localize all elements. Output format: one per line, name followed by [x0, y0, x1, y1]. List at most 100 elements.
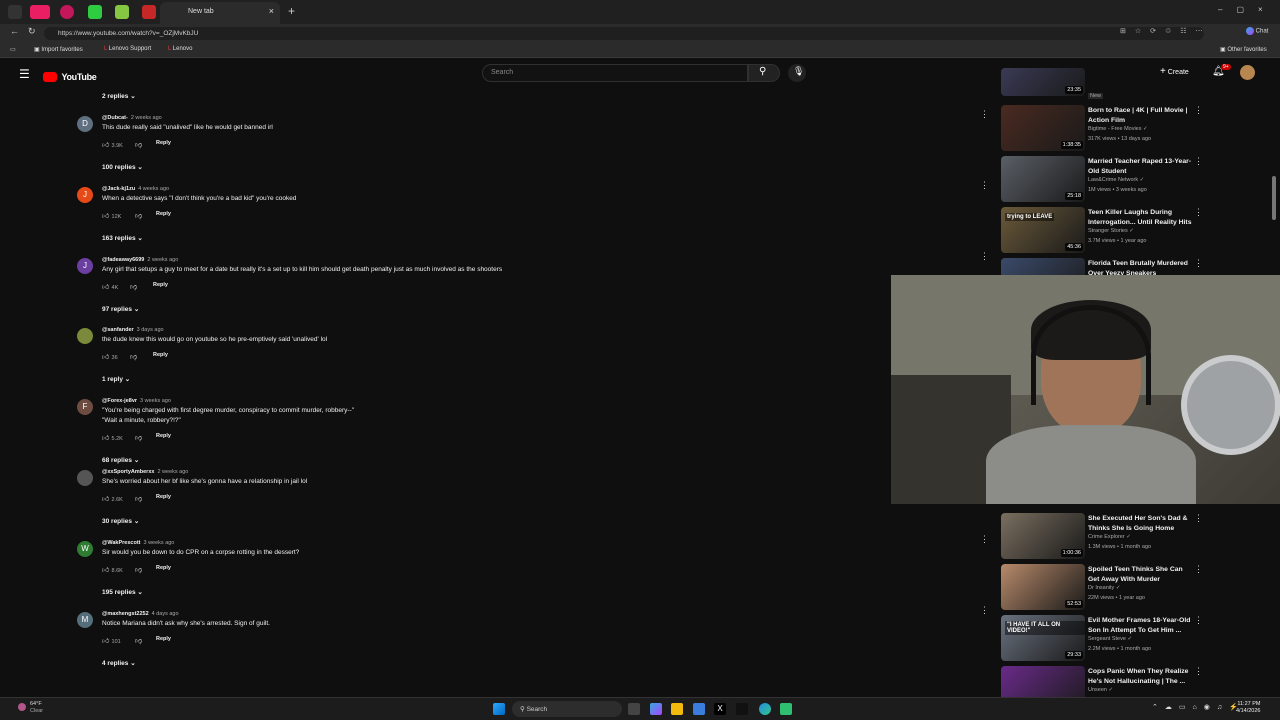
video-channel[interactable]: Stranger Stories ✓: [1088, 228, 1134, 234]
comment-author[interactable]: @xxSportyAmberxx 2 weeks ago: [102, 469, 188, 475]
like-button[interactable]: 👍︎ 12K: [102, 211, 121, 220]
video-thumbnail[interactable]: trying to LEAVE 45:36: [1001, 207, 1085, 253]
comment-author[interactable]: @sanfander 3 days ago: [102, 327, 164, 333]
youtube-tab-icon[interactable]: [30, 5, 50, 19]
kick-tab-icon[interactable]: [88, 5, 102, 19]
video-thumbnail[interactable]: "I HAVE IT ALL ON VIDEO!" 29:33: [1001, 615, 1085, 661]
back-icon[interactable]: ←: [10, 26, 19, 36]
like-button[interactable]: 👍︎ 5.2K: [102, 433, 123, 442]
system-tray[interactable]: ⌃☁▭⌂◉♫⚡: [1152, 703, 1245, 711]
like-button[interactable]: 👍︎ 3.9K: [102, 140, 123, 149]
search-button[interactable]: ⚲: [748, 64, 780, 82]
replies-toggle[interactable]: 97 replies ⌄: [102, 305, 139, 313]
app-icon[interactable]: [780, 703, 792, 715]
reply-button[interactable]: Reply: [156, 211, 171, 217]
gmail-tab-icon[interactable]: [142, 5, 156, 19]
dislike-button[interactable]: 👎︎: [135, 636, 143, 645]
comment-author[interactable]: @maxhengst2252 4 days ago: [102, 611, 179, 617]
menu-icon[interactable]: ☰: [19, 67, 30, 81]
video-thumbnail[interactable]: 25:18: [1001, 156, 1085, 202]
dislike-button[interactable]: 👎︎: [135, 494, 143, 503]
comment-menu-icon[interactable]: ⋮: [980, 251, 989, 262]
replies-toggle[interactable]: 163 replies ⌄: [102, 234, 143, 242]
replies-toggle[interactable]: 195 replies ⌄: [102, 588, 143, 596]
favorite-lenovo-support[interactable]: L Lenovo Support: [104, 46, 151, 52]
video-channel[interactable]: Dr Insanity ✓: [1088, 585, 1120, 591]
replies-toggle[interactable]: 100 replies ⌄: [102, 163, 143, 171]
new-tab-plus-icon[interactable]: +: [288, 4, 295, 18]
copilot-button[interactable]: Chat: [1246, 27, 1268, 35]
video-channel[interactable]: Crime Explorer ✓: [1088, 534, 1131, 540]
extensions-icons[interactable]: ⊞☆⟳♲☷⋯: [1120, 27, 1212, 35]
video-title[interactable]: Born to Race | 4K | Full Movie | Action …: [1088, 106, 1192, 125]
like-button[interactable]: 👍︎ 2.6K: [102, 494, 123, 503]
video-menu-icon[interactable]: ⋮: [1194, 207, 1203, 218]
comment-author[interactable]: @WakPrescott 3 weeks ago: [102, 540, 174, 546]
like-button[interactable]: 👍︎ 36: [102, 352, 118, 361]
video-title[interactable]: Evil Mother Frames 18-Year-Old Son In At…: [1088, 616, 1192, 635]
video-thumbnail[interactable]: 52:53: [1001, 564, 1085, 610]
comment-menu-icon[interactable]: ⋮: [980, 180, 989, 191]
avatar[interactable]: [77, 470, 93, 486]
comment-author[interactable]: @Dubcat- 2 weeks ago: [102, 115, 162, 121]
clock[interactable]: 11:27 PM 4/14/2026: [1236, 701, 1260, 715]
taskbar-search[interactable]: ⚲ Search: [512, 701, 622, 717]
reply-button[interactable]: Reply: [156, 565, 171, 571]
create-button[interactable]: + Create: [1160, 66, 1189, 77]
like-button[interactable]: 👍︎ 101: [102, 636, 121, 645]
replies-toggle[interactable]: 4 replies ⌄: [102, 659, 136, 667]
video-thumbnail[interactable]: 1:38:35: [1001, 105, 1085, 151]
scrollbar[interactable]: [1272, 176, 1276, 220]
video-menu-icon[interactable]: ⋮: [1194, 258, 1203, 269]
pinterest-tab-icon[interactable]: [60, 5, 74, 19]
copilot-app-icon[interactable]: [650, 703, 662, 715]
reply-button[interactable]: Reply: [153, 352, 168, 358]
dislike-button[interactable]: 👎︎: [135, 565, 143, 574]
search-input[interactable]: Search: [482, 64, 748, 82]
avatar[interactable]: [77, 328, 93, 344]
video-menu-icon[interactable]: ⋮: [1194, 156, 1203, 167]
video-thumbnail[interactable]: 1:00:36: [1001, 513, 1085, 559]
comment-author[interactable]: @Forex-je8vr 3 weeks ago: [102, 398, 171, 404]
x-app-icon[interactable]: X: [714, 703, 726, 715]
tab-actions-icon[interactable]: [8, 5, 22, 19]
reply-button[interactable]: Reply: [156, 494, 171, 500]
avatar[interactable]: [1240, 65, 1255, 80]
video-title[interactable]: Married Teacher Raped 13-Year-Old Studen…: [1088, 157, 1192, 176]
dislike-button[interactable]: 👎︎: [130, 282, 138, 291]
video-thumbnail[interactable]: 23:35: [1001, 68, 1085, 96]
video-title[interactable]: Spoiled Teen Thinks She Can Get Away Wit…: [1088, 565, 1192, 584]
window-controls[interactable]: –▢×: [1218, 5, 1277, 14]
tab-new-tab[interactable]: New tab ×: [160, 2, 280, 24]
reply-button[interactable]: Reply: [156, 140, 171, 146]
avatar[interactable]: M: [77, 612, 93, 628]
video-channel[interactable]: Law&Crime Network ✓: [1088, 177, 1144, 183]
weather-widget[interactable]: 64°F Clear: [18, 701, 43, 715]
video-menu-icon[interactable]: ⋮: [1194, 564, 1203, 575]
reply-button[interactable]: Reply: [153, 282, 168, 288]
video-menu-icon[interactable]: ⋮: [1194, 615, 1203, 626]
comment-menu-icon[interactable]: ⋮: [980, 534, 989, 545]
replies-toggle[interactable]: 2 replies ⌄: [102, 92, 136, 100]
video-menu-icon[interactable]: ⋮: [1194, 666, 1203, 677]
video-title[interactable]: Teen Killer Laughs During Interrogation.…: [1088, 208, 1192, 227]
task-view-icon[interactable]: [628, 703, 640, 715]
dislike-button[interactable]: 👎︎: [130, 352, 138, 361]
refresh-icon[interactable]: ↻: [28, 26, 36, 37]
comment-menu-icon[interactable]: ⋮: [980, 109, 989, 120]
replies-toggle[interactable]: 1 reply ⌄: [102, 375, 130, 383]
avatar[interactable]: J: [77, 187, 93, 203]
youtube-logo[interactable]: YouTube: [43, 68, 97, 86]
avatar[interactable]: D: [77, 116, 93, 132]
close-tab-icon[interactable]: ×: [269, 6, 274, 16]
dislike-button[interactable]: 👎︎: [135, 140, 143, 149]
file-explorer-icon[interactable]: [671, 703, 683, 715]
other-favorites[interactable]: ▣ Other favorites: [1220, 46, 1267, 53]
like-button[interactable]: 👍︎ 8.6K: [102, 565, 123, 574]
tiktok-icon[interactable]: [736, 703, 748, 715]
video-channel[interactable]: Bigtime - Free Movies ✓: [1088, 126, 1148, 132]
comment-menu-icon[interactable]: ⋮: [980, 605, 989, 616]
avatar[interactable]: W: [77, 541, 93, 557]
comment-author[interactable]: @fadeaway6699 2 weeks ago: [102, 257, 178, 263]
replies-toggle[interactable]: 30 replies ⌄: [102, 517, 139, 525]
